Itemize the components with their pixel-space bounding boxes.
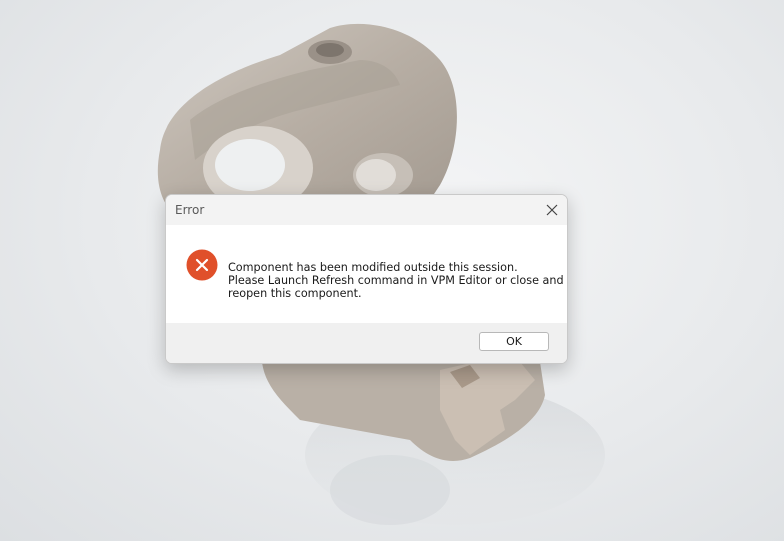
close-button[interactable]	[537, 195, 567, 225]
ok-button[interactable]: OK	[479, 332, 549, 351]
message-line: reopen this component.	[228, 287, 362, 300]
3d-viewport[interactable]: Error Component has been modified outsid…	[0, 0, 784, 541]
message-line: Component has been modified outside this…	[228, 261, 518, 274]
dialog-title: Error	[175, 203, 205, 217]
error-circle-x-icon	[186, 249, 218, 281]
close-icon	[546, 204, 558, 216]
message-line: Please Launch Refresh command in VPM Edi…	[228, 274, 564, 287]
dialog-footer: OK	[166, 323, 567, 363]
error-message: Component has been modified outside this…	[228, 261, 564, 300]
dialog-content: Component has been modified outside this…	[166, 225, 567, 323]
dialog-titlebar[interactable]: Error	[166, 195, 567, 225]
error-dialog: Error Component has been modified outsid…	[165, 194, 568, 364]
